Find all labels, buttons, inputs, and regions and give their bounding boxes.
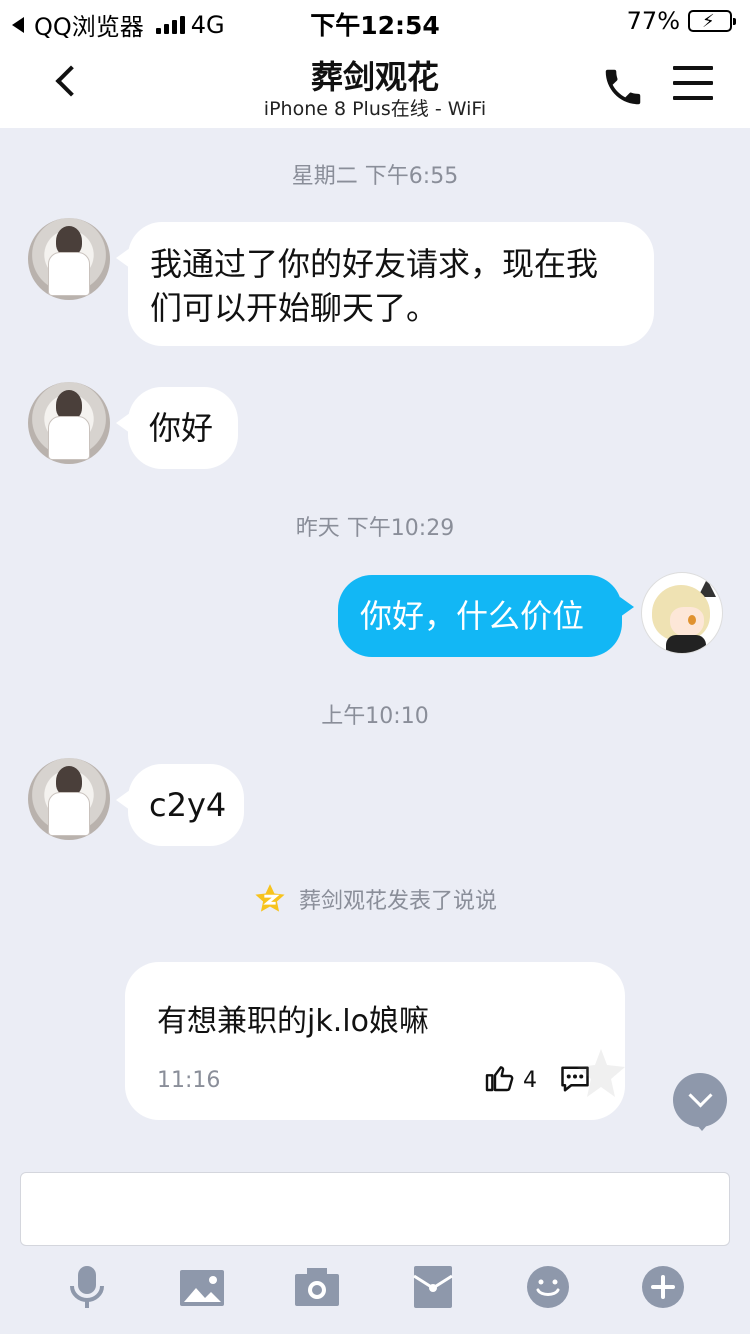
contact-avatar[interactable] — [28, 758, 110, 840]
message-input[interactable] — [20, 1172, 730, 1246]
red-packet-icon[interactable] — [408, 1262, 458, 1312]
timestamp: 昨天 下午10:29 — [295, 516, 455, 541]
input-toolbar — [0, 1262, 750, 1322]
phone-icon[interactable] — [600, 64, 646, 110]
status-right: 77% ⚡ — [626, 7, 736, 35]
timestamp: 上午10:10 — [321, 704, 429, 729]
nav-bar: 葬剑观花 iPhone 8 Plus在线 - WiFi — [0, 40, 750, 128]
image-icon[interactable] — [177, 1262, 227, 1312]
contact-avatar[interactable] — [28, 218, 110, 300]
emoji-icon[interactable] — [523, 1262, 573, 1312]
like-count: 4 — [523, 1068, 537, 1093]
qzone-notice[interactable]: 葬剑观花发表了说说 — [0, 882, 750, 916]
message-text: c2y4 — [149, 786, 227, 824]
menu-icon[interactable] — [673, 66, 713, 102]
notice-text: 葬剑观花发表了说说 — [298, 889, 497, 914]
message-text-line: 我通过了你的好友请求，现在我 — [150, 245, 599, 283]
scroll-to-bottom-button[interactable] — [673, 1073, 727, 1131]
qzone-post-card[interactable]: 有想兼职的jk.lo娘嘛 11:16 4 — [125, 962, 625, 1120]
message-text: 你好，什么价位 — [360, 597, 585, 635]
message-bubble-sent[interactable]: 你好，什么价位 — [338, 575, 634, 657]
message-text-line: 们可以开始聊天了。 — [150, 289, 439, 327]
message-text: 你好 — [149, 409, 214, 447]
battery-percent: 77% — [626, 7, 680, 35]
microphone-icon[interactable] — [62, 1262, 112, 1312]
message-bubble-received[interactable]: 你好 — [116, 387, 238, 469]
timestamp: 星期二 下午6:55 — [291, 164, 459, 189]
status-bar: QQ浏览器 4G 下午12:54 77% ⚡ — [0, 0, 750, 41]
post-text: 有想兼职的jk.lo娘嘛 — [157, 1004, 429, 1039]
message-bubble-received[interactable]: c2y4 — [116, 764, 244, 846]
post-time: 11:16 — [157, 1068, 221, 1093]
message-bubble-received[interactable]: 我通过了你的好友请求，现在我 们可以开始聊天了。 — [116, 222, 654, 346]
battery-icon: ⚡ — [688, 10, 736, 32]
my-avatar[interactable] — [641, 572, 723, 654]
qzone-star-icon — [255, 884, 285, 912]
plus-icon[interactable] — [638, 1262, 688, 1312]
qzone-watermark-icon — [577, 1049, 625, 1097]
camera-icon[interactable] — [292, 1262, 342, 1312]
charging-icon: ⚡ — [702, 11, 715, 32]
contact-avatar[interactable] — [28, 382, 110, 464]
thumbs-up-icon[interactable] — [483, 1062, 515, 1094]
